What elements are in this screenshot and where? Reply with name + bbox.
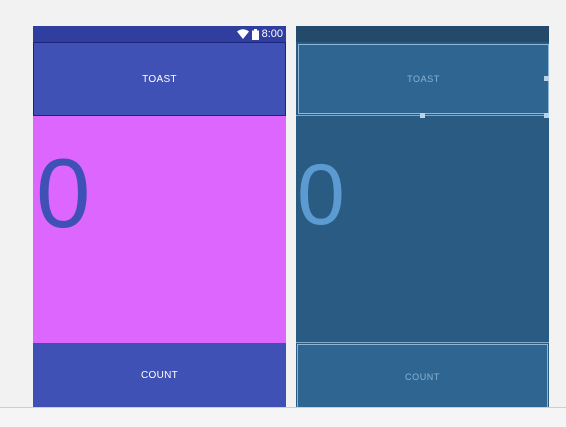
blueprint-count-label: COUNT bbox=[405, 371, 440, 382]
toast-button[interactable]: TOAST bbox=[33, 42, 286, 116]
blueprint-status-bar bbox=[296, 26, 549, 42]
blueprint-view: TOAST 0 COUNT bbox=[296, 26, 549, 407]
count-button-label: COUNT bbox=[140, 369, 179, 381]
blueprint-toast-label: TOAST bbox=[407, 74, 440, 84]
count-button[interactable]: COUNT bbox=[33, 343, 286, 407]
status-time: 8:00 bbox=[261, 28, 283, 40]
battery-icon bbox=[251, 28, 259, 40]
toast-button-label: TOAST bbox=[142, 73, 177, 85]
blueprint-count-text: 0 bbox=[297, 147, 345, 243]
blueprint-count-button[interactable]: COUNT bbox=[297, 344, 548, 407]
blueprint-toast-button[interactable]: TOAST bbox=[298, 44, 549, 114]
count-text: 0 bbox=[36, 138, 91, 248]
design-view: 8:00 TOAST 0 COUNT bbox=[33, 26, 286, 407]
bottom-toolbar bbox=[0, 407, 566, 427]
resize-handle-right[interactable] bbox=[544, 76, 549, 81]
blueprint-divider-bottom bbox=[296, 342, 549, 343]
wifi-icon bbox=[236, 29, 249, 39]
status-bar: 8:00 bbox=[33, 26, 286, 42]
resize-handle-corner[interactable] bbox=[544, 113, 549, 118]
resize-handle-top[interactable] bbox=[420, 113, 425, 118]
